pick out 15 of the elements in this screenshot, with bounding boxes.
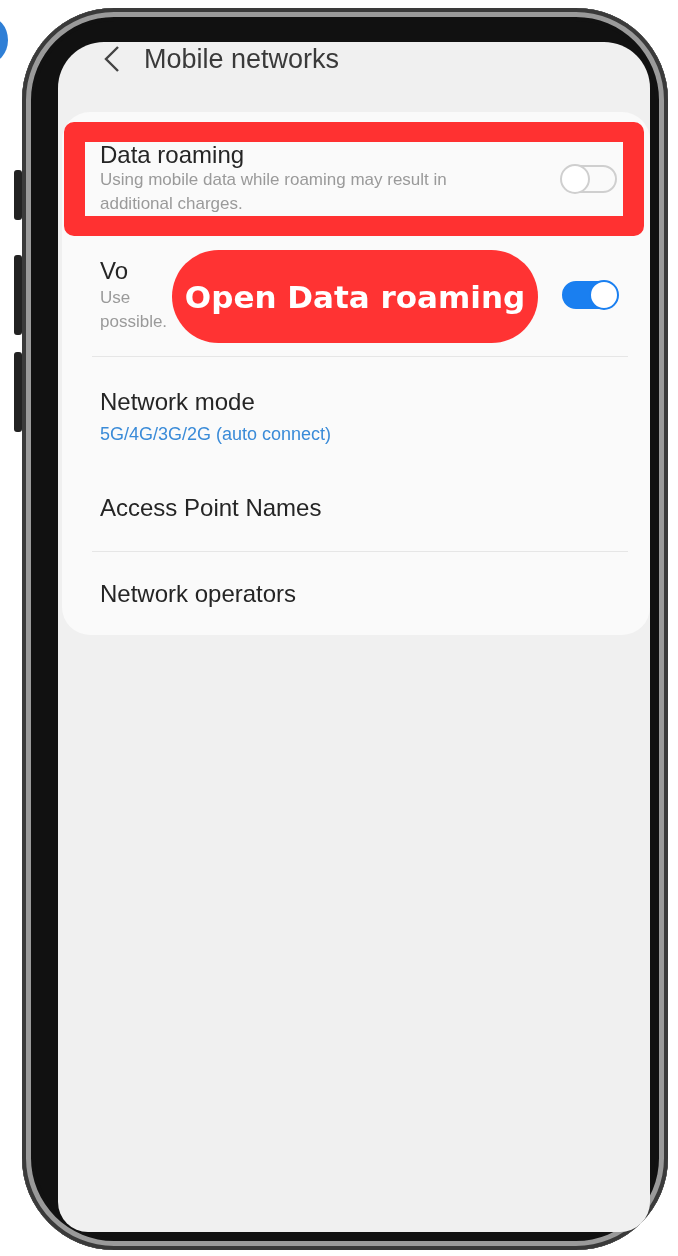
setting-description: Use	[100, 287, 131, 309]
setting-description: Using mobile data while roaming may result in	[100, 169, 447, 191]
screen-title: Mobile networks	[144, 43, 340, 75]
toggle-switch[interactable]	[561, 165, 617, 193]
back-icon[interactable]	[102, 45, 122, 73]
setting-title: Network operators	[100, 578, 297, 609]
callout-label: Open Data roaming	[172, 250, 538, 343]
setting-title: Data roaming	[100, 142, 245, 168]
setting-description: possible.	[100, 311, 168, 333]
setting-title: Vo	[100, 256, 129, 286]
setting-description: additional charges.	[100, 193, 243, 215]
toggle-switch[interactable]	[562, 281, 618, 309]
setting-value: 5G/4G/3G/2G (auto connect)	[100, 422, 332, 446]
setting-title: Access Point Names	[100, 493, 322, 523]
setting-title: Network mode	[100, 386, 255, 417]
